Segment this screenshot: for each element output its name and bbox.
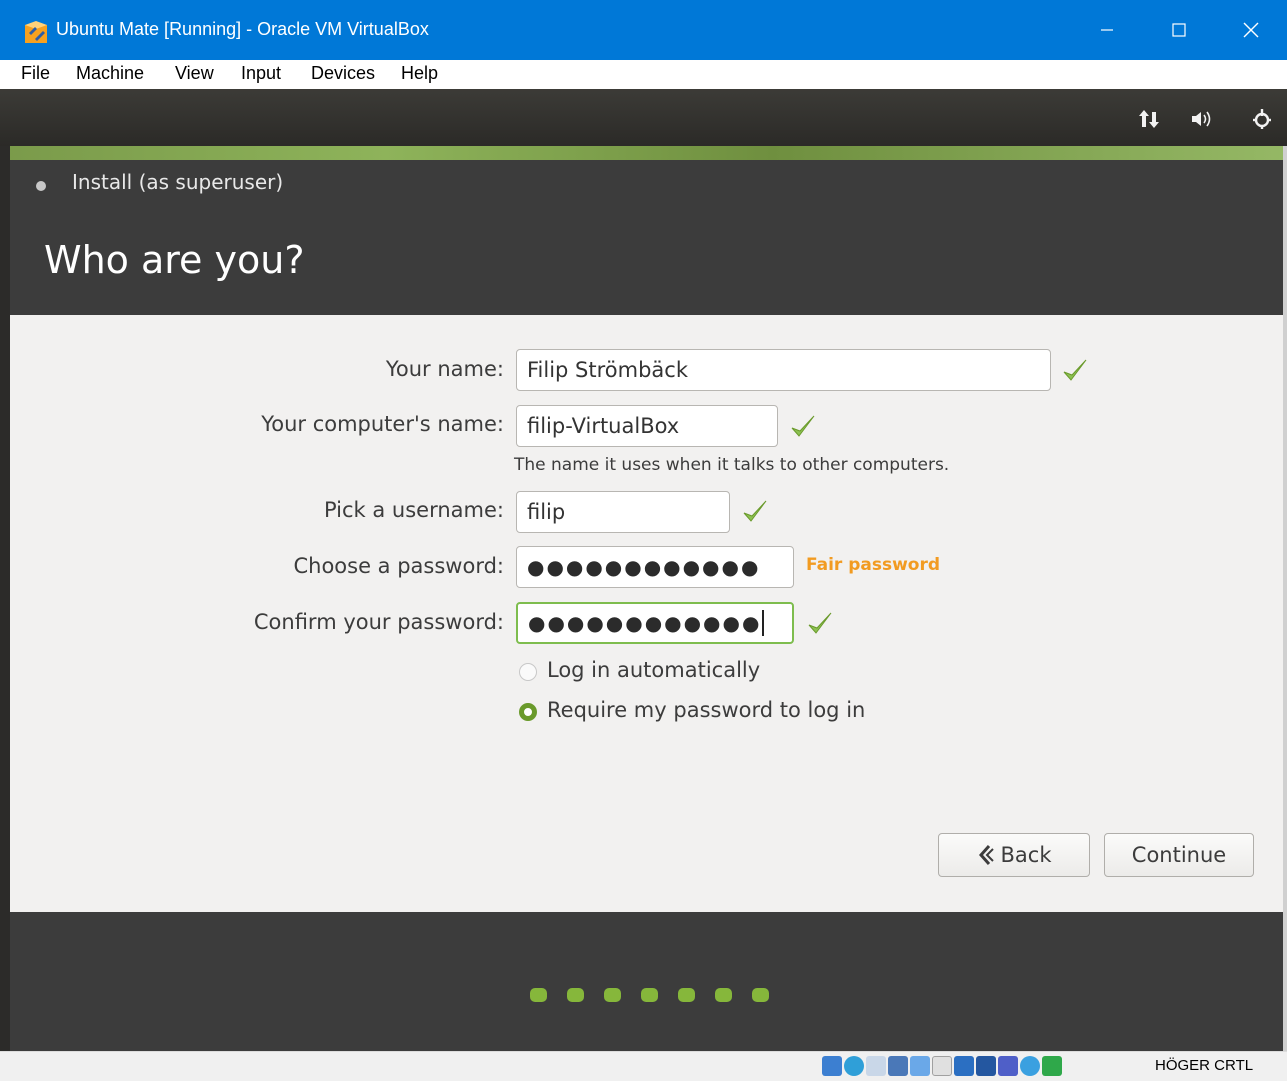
video-capture-icon[interactable] — [976, 1056, 996, 1076]
installer-footer — [10, 912, 1287, 1051]
confirm-password-value: ●●●●●●●●●●●● — [528, 611, 762, 635]
password-value: ●●●●●●●●●●●● — [527, 555, 761, 579]
menu-bar: File Machine View Input Devices Help — [0, 60, 1287, 89]
menu-input[interactable]: Input — [241, 63, 281, 84]
page-title: Who are you? — [44, 238, 305, 282]
window-title: Ubuntu Mate [Running] - Oracle VM Virtua… — [56, 19, 429, 39]
minimize-icon — [1101, 29, 1113, 31]
back-button[interactable]: Back — [938, 833, 1090, 877]
window-menu-icon[interactable] — [36, 181, 46, 191]
username-label: Pick a username: — [323, 498, 504, 522]
login-auto-label[interactable]: Log in automatically — [547, 658, 760, 682]
guest-top-panel — [0, 89, 1287, 146]
confirm-valid-check-icon — [808, 612, 832, 634]
usb-icon[interactable] — [910, 1056, 930, 1076]
shared-folders-icon[interactable] — [932, 1056, 952, 1076]
menu-machine[interactable]: Machine — [76, 63, 144, 84]
menu-devices[interactable]: Devices — [311, 63, 375, 84]
progress-dot — [715, 988, 732, 1002]
confirm-password-input[interactable]: ●●●●●●●●●●●● — [516, 602, 794, 644]
menu-help[interactable]: Help — [401, 63, 438, 84]
window-right-edge — [1283, 146, 1287, 1051]
keyboard-capture-icon[interactable] — [1042, 1056, 1062, 1076]
computer-name-value: filip-VirtualBox — [527, 414, 680, 438]
chevron-left-icon — [978, 845, 994, 865]
power-gear-icon[interactable] — [1250, 107, 1274, 131]
computer-name-input[interactable]: filip-VirtualBox — [516, 405, 778, 447]
audio-status-icon[interactable] — [844, 1056, 864, 1076]
vt-x-icon[interactable] — [998, 1056, 1018, 1076]
name-input[interactable]: Filip Strömbäck — [516, 349, 1051, 391]
volume-icon[interactable] — [1190, 107, 1214, 131]
virtualbox-logo-icon — [25, 21, 47, 43]
computer-name-hint: The name it uses when it talks to other … — [514, 455, 950, 475]
close-button[interactable] — [1215, 0, 1287, 60]
window-left-border — [0, 146, 10, 1051]
computer-name-valid-check-icon — [791, 415, 815, 437]
host-key-label: HÖGER CRTL — [1155, 1057, 1254, 1074]
computer-name-label: Your computer's name: — [261, 412, 504, 436]
minimize-button[interactable] — [1071, 0, 1143, 60]
optical-drive-icon[interactable] — [822, 1056, 842, 1076]
progress-dot — [604, 988, 621, 1002]
maximize-icon — [1172, 23, 1186, 37]
password-input[interactable]: ●●●●●●●●●●●● — [516, 546, 794, 588]
username-valid-check-icon — [743, 500, 767, 522]
progress-dot — [752, 988, 769, 1002]
name-input-value: Filip Strömbäck — [527, 358, 689, 382]
network-adapter-icon[interactable] — [888, 1056, 908, 1076]
continue-button-label: Continue — [1131, 843, 1227, 867]
maximize-button[interactable] — [1143, 0, 1215, 60]
username-input[interactable]: filip — [516, 491, 730, 533]
progress-dot — [641, 988, 658, 1002]
close-icon — [1243, 22, 1259, 38]
text-cursor — [762, 610, 765, 636]
username-value: filip — [527, 500, 566, 524]
login-require-password-radio[interactable] — [519, 703, 537, 721]
password-label: Choose a password: — [293, 554, 504, 578]
window-titlebar[interactable]: Ubuntu Mate [Running] - Oracle VM Virtua… — [0, 0, 1287, 60]
progress-dot — [678, 988, 695, 1002]
continue-button[interactable]: Continue — [1104, 833, 1254, 877]
progress-dot — [567, 988, 584, 1002]
hard-disk-icon[interactable] — [866, 1056, 886, 1076]
login-auto-radio[interactable] — [519, 663, 537, 681]
back-button-label: Back — [1000, 843, 1052, 867]
confirm-password-label: Confirm your password: — [253, 610, 504, 634]
login-require-password-label[interactable]: Require my password to log in — [547, 698, 865, 722]
menu-view[interactable]: View — [175, 63, 214, 84]
progress-dot — [530, 988, 547, 1002]
password-strength: Fair password — [806, 555, 941, 575]
name-valid-check-icon — [1063, 359, 1087, 381]
network-icon[interactable] — [1137, 107, 1161, 131]
name-label: Your name: — [385, 357, 504, 381]
installer-window-title: Install (as superuser) — [72, 170, 284, 194]
vm-status-bar — [0, 1051, 1287, 1081]
menu-file[interactable]: File — [21, 63, 50, 84]
mouse-integration-icon[interactable] — [1020, 1056, 1040, 1076]
display-icon[interactable] — [954, 1056, 974, 1076]
